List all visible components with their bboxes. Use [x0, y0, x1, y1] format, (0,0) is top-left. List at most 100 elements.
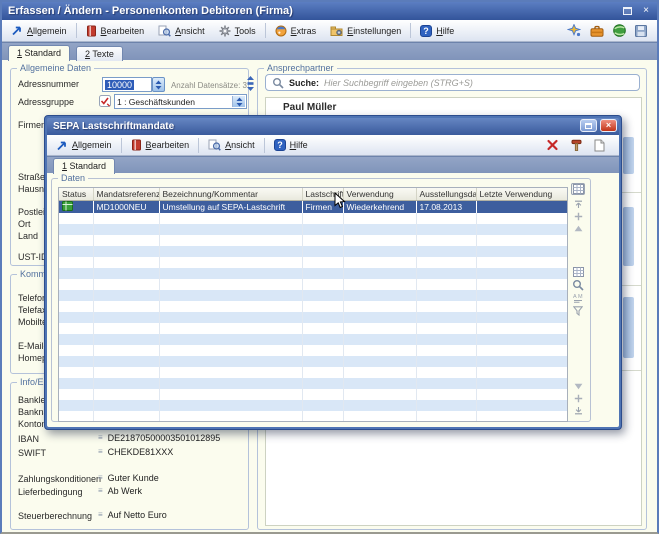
menu-einstellungen[interactable]: Einstellungen: [323, 22, 408, 40]
wizard-icon[interactable]: [567, 24, 581, 37]
grid-icon: [573, 267, 584, 277]
close-button[interactable]: ×: [639, 5, 653, 17]
move-up-button[interactable]: [571, 210, 585, 222]
modal-close-button[interactable]: ×: [600, 119, 617, 132]
sort-button[interactable]: AM: [571, 292, 585, 304]
adressgruppe-spinner[interactable]: [232, 96, 245, 107]
tab-texte[interactable]: 2 Texte: [76, 46, 123, 61]
new-doc-icon[interactable]: [594, 139, 605, 152]
empty-row[interactable]: [59, 356, 567, 367]
menu-allgemein[interactable]: Allgemein: [4, 22, 74, 40]
empty-row[interactable]: [59, 345, 567, 356]
tri-up-icon: [574, 225, 583, 232]
move-down-button[interactable]: [571, 392, 585, 404]
empty-row[interactable]: [59, 389, 567, 400]
adressgruppe-combo[interactable]: 1 : Geschäftskunden: [114, 94, 247, 109]
plus-nav-icon: [574, 212, 583, 221]
swift-value: ≡CHEKDE81XXX: [98, 447, 173, 457]
empty-row[interactable]: [59, 334, 567, 345]
empty-row[interactable]: [59, 279, 567, 290]
modal-minimize-button[interactable]: [580, 119, 597, 132]
globe-icon[interactable]: [613, 24, 626, 37]
splitter-icon[interactable]: [246, 76, 255, 91]
search-placeholder: Hier Suchbegriff eingeben (STRG+S): [324, 78, 473, 88]
spin-icon: [236, 97, 243, 107]
save-icon[interactable]: [635, 25, 647, 37]
contact-search-input[interactable]: Suche: Hier Suchbegriff eingeben (STRG+S…: [265, 74, 640, 91]
column-header[interactable]: Status: [59, 188, 93, 201]
empty-row[interactable]: [59, 378, 567, 389]
menu-hilfe[interactable]: ?Hilfe: [413, 22, 461, 40]
modal-menu-hilfe[interactable]: ?Hilfe: [267, 136, 315, 154]
arrow-up-right-icon: [11, 25, 23, 36]
telefon-label: Telefon: [18, 293, 47, 303]
menu-ansicht[interactable]: Ansicht: [151, 22, 212, 40]
empty-row[interactable]: [59, 301, 567, 312]
goto-last-button[interactable]: [571, 404, 585, 416]
cell-letzte_verwendung: [476, 201, 567, 214]
steuerberechnung-value: ≡Auf Netto Euro: [98, 510, 167, 520]
modal-menubar: Allgemein Bearbeiten Ansicht ?Hilfe: [47, 135, 619, 156]
card-accent-bar: [623, 207, 634, 266]
modal-tab-standard[interactable]: 1 Standard: [53, 158, 115, 174]
group-title: Allgemeine Daten: [17, 63, 94, 73]
hammer-icon[interactable]: [570, 139, 583, 151]
edit-icon: [131, 139, 142, 151]
empty-row[interactable]: [59, 246, 567, 257]
delete-x-icon[interactable]: [546, 139, 559, 151]
modal-menu-bearbeiten[interactable]: Bearbeiten: [124, 136, 197, 154]
empty-row[interactable]: [59, 257, 567, 268]
column-header[interactable]: Ausstellungsdatum: [416, 188, 476, 201]
mandate-table-wrapper: StatusMandatsreferenzBezeichnung/Komment…: [58, 187, 568, 422]
empty-row[interactable]: [59, 400, 567, 411]
tab-standard[interactable]: 1 Standard: [8, 45, 70, 61]
adressnummer-input[interactable]: 10000: [102, 77, 152, 92]
restore-icon: [623, 7, 632, 15]
main-titlebar: Erfassen / Ändern - Personenkonten Debit…: [2, 2, 657, 20]
adressnummer-value: 10000: [105, 80, 134, 90]
prev-row-button[interactable]: [571, 222, 585, 234]
steuerberechnung-label: Steuerberechnung: [18, 511, 92, 521]
help-icon: ?: [274, 139, 286, 151]
sort-icon: AM: [573, 293, 583, 303]
column-chooser-button[interactable]: [571, 183, 585, 195]
grid-view-button[interactable]: [571, 266, 585, 278]
adressnummer-label: Adressnummer: [18, 79, 79, 89]
check-icon[interactable]: [99, 95, 111, 107]
column-header[interactable]: Bezeichnung/Kommentar: [159, 188, 302, 201]
group-title: Daten: [58, 173, 88, 183]
column-header[interactable]: Letzte Verwendung: [476, 188, 567, 201]
svg-text:?: ?: [423, 26, 429, 36]
mandate-row[interactable]: MD1000NEUUmstellung auf SEPA-Lastschrift…: [59, 201, 567, 214]
menu-tools[interactable]: Tools: [212, 22, 263, 40]
empty-row[interactable]: [59, 268, 567, 279]
modal-menu-ansicht[interactable]: Ansicht: [201, 136, 262, 154]
empty-row[interactable]: [59, 290, 567, 301]
arrow-up-right-icon: [56, 140, 68, 151]
empty-row[interactable]: [59, 312, 567, 323]
menu-extras[interactable]: Extras: [268, 22, 324, 40]
empty-row[interactable]: [59, 367, 567, 378]
empty-row[interactable]: [59, 224, 567, 235]
adressgruppe-label: Adressgruppe: [18, 97, 74, 107]
restore-button[interactable]: [620, 5, 634, 17]
modal-menu-allgemein[interactable]: Allgemein: [49, 136, 119, 154]
empty-row[interactable]: [59, 323, 567, 334]
list-bullet-icon: ≡: [98, 448, 103, 456]
empty-row[interactable]: [59, 411, 567, 422]
filter-button[interactable]: [571, 305, 585, 317]
zoom-button[interactable]: [571, 279, 585, 291]
empty-row[interactable]: [59, 213, 567, 224]
main-menubar: Allgemein Bearbeiten Ansicht Tools Extra…: [2, 20, 657, 42]
svg-text:?: ?: [277, 140, 283, 150]
column-header[interactable]: Verwendung: [343, 188, 416, 201]
column-header[interactable]: Mandatsreferenz: [93, 188, 159, 201]
empty-row[interactable]: [59, 235, 567, 246]
menu-bearbeiten[interactable]: Bearbeiten: [79, 22, 152, 40]
mandate-active-icon: [62, 201, 73, 211]
menu-separator: [264, 138, 265, 153]
briefcase-icon[interactable]: [590, 25, 604, 37]
lieferbedingung-label: Lieferbedingung: [18, 487, 83, 497]
next-row-button[interactable]: [571, 380, 585, 392]
goto-first-button[interactable]: [571, 198, 585, 210]
